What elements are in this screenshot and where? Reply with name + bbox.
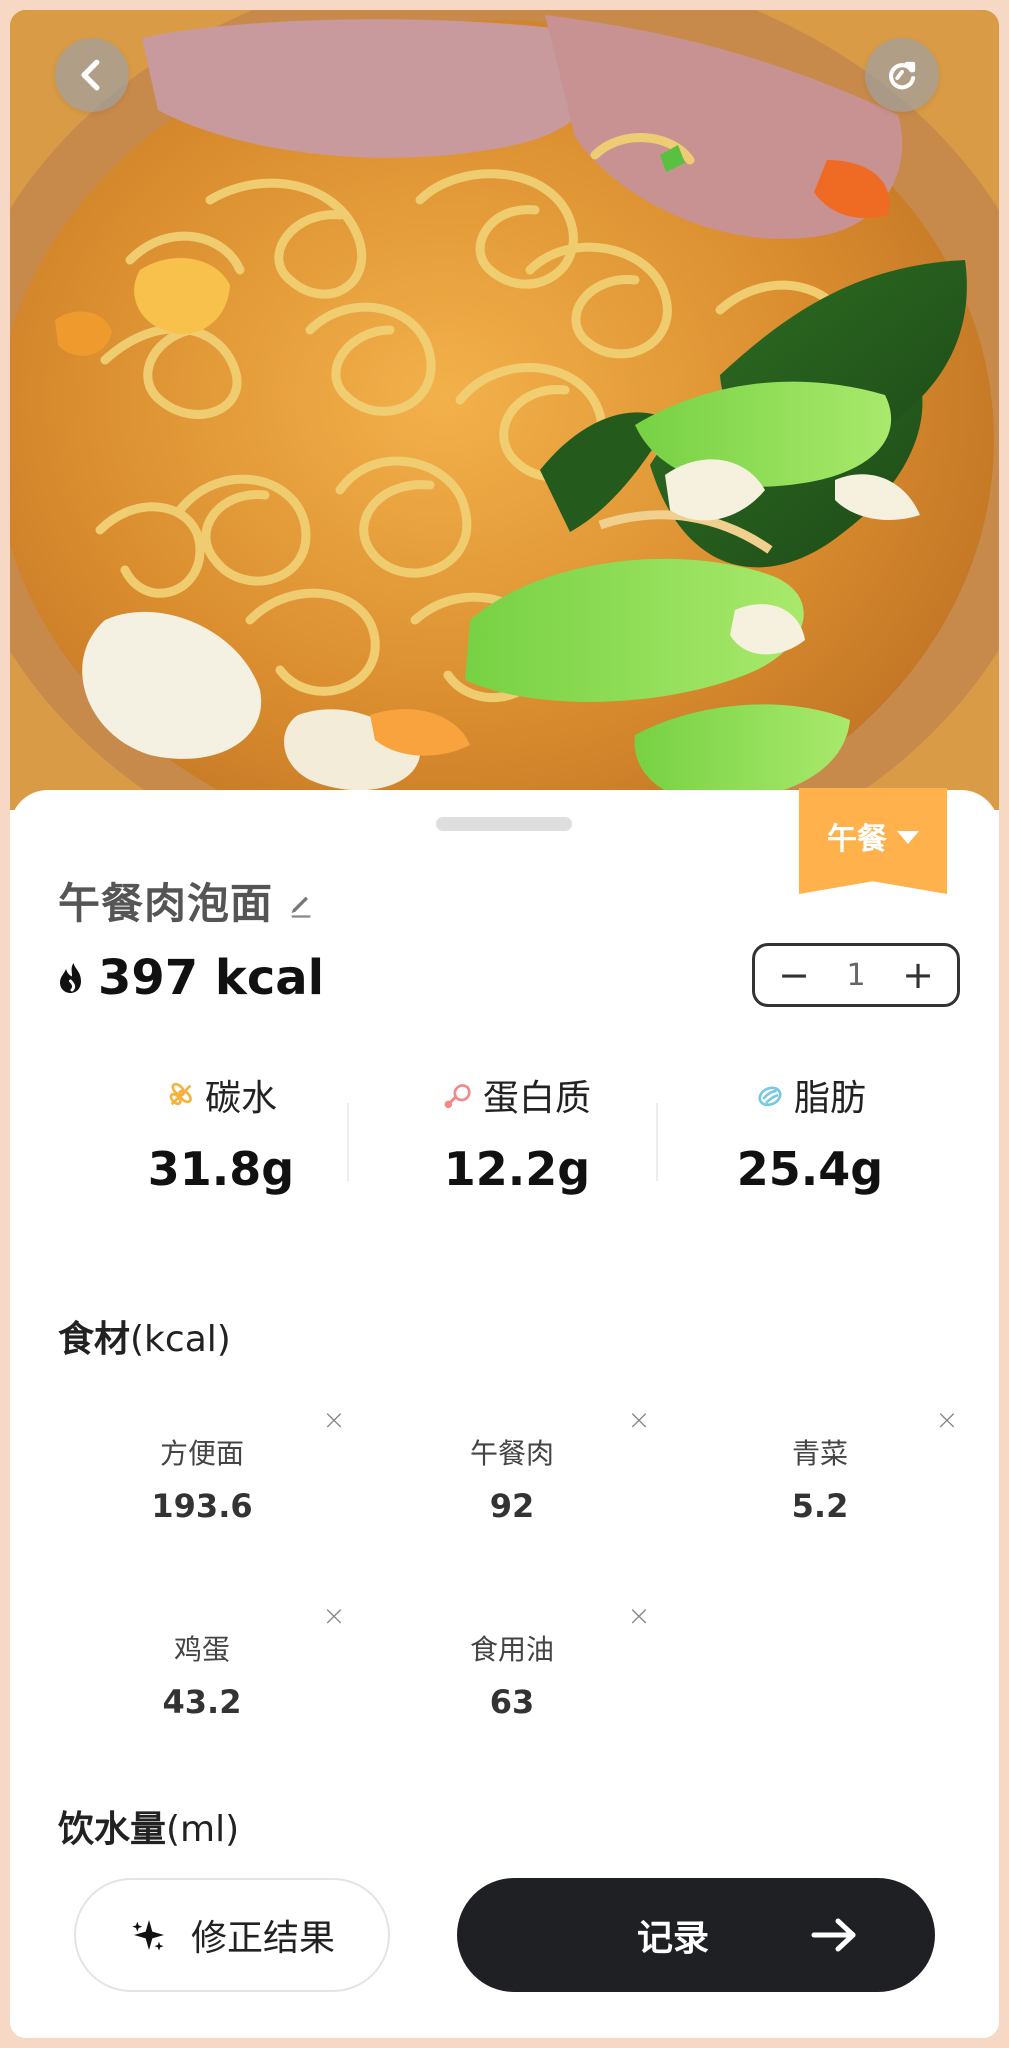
record-label: 记录	[637, 1918, 710, 1959]
protein-value: 12.2g	[443, 1142, 591, 1196]
ingredient-calories: 43.2	[162, 1683, 242, 1721]
ingredient-name: 食用油	[469, 1633, 554, 1666]
macro-protein: 蛋白质 12.2g	[412, 1070, 622, 1196]
back-button[interactable]	[55, 38, 129, 112]
ingredient-calories: 63	[489, 1683, 535, 1721]
quantity-value[interactable]: 1	[846, 958, 865, 993]
grain-icon	[169, 1082, 192, 1106]
carb-header: 碳水	[116, 1070, 326, 1120]
remove-ingredient-icon[interactable]: ×	[322, 1406, 346, 1434]
protein-label: 蛋白质	[482, 1078, 591, 1119]
ingredient-name: 午餐肉	[469, 1437, 554, 1470]
protein-header: 蛋白质	[412, 1070, 622, 1120]
macro-summary: 碳水 31.8g 蛋白质 12.2g 脂肪 25.4g	[10, 1070, 999, 1210]
quantity-stepper[interactable]: − 1 +	[752, 943, 960, 1007]
ingredient-item[interactable]: 午餐肉 92	[392, 1400, 632, 1530]
correct-result-label: 修正结果	[190, 1918, 335, 1959]
macro-fat: 脂肪 25.4g	[705, 1070, 915, 1196]
food-detail-screen: 午餐 午餐肉泡面 397 kcal − 1 + 碳水 31.8g 蛋白质 12.…	[10, 10, 999, 2038]
meal-type-label: 午餐	[827, 822, 887, 857]
ingredient-calories: 193.6	[151, 1487, 253, 1525]
food-photo	[10, 10, 999, 810]
ingredients-unit: (kcal)	[130, 1319, 231, 1360]
water-unit: (ml)	[166, 1809, 240, 1850]
ingredient-calories: 5.2	[791, 1487, 849, 1525]
carb-label: 碳水	[204, 1078, 277, 1119]
ingredient-item[interactable]: 食用油 63	[392, 1596, 632, 1726]
meal-type-dropdown[interactable]: 午餐	[799, 788, 947, 894]
ingredient-item[interactable]: 方便面 193.6	[82, 1400, 322, 1530]
flame-svg	[60, 963, 81, 993]
fat-value: 25.4g	[736, 1142, 884, 1196]
meal-type-content: 午餐	[827, 814, 919, 858]
carb-value: 31.8g	[147, 1142, 295, 1196]
record-button[interactable]: 记录	[457, 1878, 935, 1992]
ingredient-name: 青菜	[791, 1437, 848, 1470]
macro-divider	[347, 1103, 349, 1181]
dropdown-arrow-icon	[897, 830, 919, 844]
ingredient-item[interactable]: 鸡蛋 43.2	[82, 1596, 322, 1726]
macro-divider	[656, 1103, 658, 1181]
edit-pencil-icon	[291, 896, 311, 918]
calorie-row: 397 kcal	[54, 950, 324, 1006]
chevron-left-icon	[81, 59, 100, 91]
ingredients-section-title: 食材(kcal)	[58, 1310, 231, 1362]
decrement-button[interactable]: −	[777, 956, 811, 994]
food-name: 午餐肉泡面	[58, 879, 274, 928]
water-section-title: 饮水量(ml)	[58, 1800, 239, 1852]
ingredient-calories: 92	[489, 1487, 535, 1525]
fat-label: 脂肪	[793, 1078, 866, 1119]
flame-icon	[54, 960, 90, 996]
remove-ingredient-icon[interactable]: ×	[627, 1406, 651, 1434]
refresh-icon	[889, 61, 916, 90]
remove-ingredient-icon[interactable]: ×	[627, 1602, 651, 1630]
fat-header: 脂肪	[705, 1070, 915, 1120]
bottom-actions: 修正结果 记录	[10, 1878, 999, 2008]
macro-carbohydrate: 碳水 31.8g	[116, 1070, 326, 1196]
ingredients-title-text: 食材	[58, 1319, 131, 1360]
drumstick-icon	[444, 1084, 471, 1109]
food-name-row: 午餐肉泡面	[58, 870, 315, 931]
ingredients-list: 方便面 193.6 × 午餐肉 92 × 青菜 5.2 × 鸡蛋 43.2 × …	[10, 1400, 999, 1760]
increment-button[interactable]: +	[901, 956, 935, 994]
pencil-icon[interactable]	[287, 892, 315, 920]
sheet-handle[interactable]	[436, 817, 572, 831]
remove-ingredient-icon[interactable]: ×	[322, 1602, 346, 1630]
remove-ingredient-icon[interactable]: ×	[935, 1406, 959, 1434]
ingredient-item[interactable]: 青菜 5.2	[700, 1400, 940, 1530]
correct-result-button[interactable]: 修正结果	[74, 1878, 390, 1992]
arrow-right-icon	[811, 1918, 856, 1952]
sparkle-icon	[132, 1920, 164, 1951]
food-detail-sheet: 午餐 午餐肉泡面 397 kcal − 1 + 碳水 31.8g 蛋白质 12.…	[10, 788, 999, 2038]
ingredient-name: 鸡蛋	[173, 1633, 230, 1666]
water-title-text: 饮水量	[58, 1809, 167, 1850]
refresh-button[interactable]	[865, 38, 939, 112]
noodle-bowl-image	[10, 10, 999, 810]
ingredient-name: 方便面	[159, 1437, 244, 1470]
oil-icon	[758, 1086, 782, 1107]
calorie-value: 397 kcal	[98, 950, 325, 1006]
